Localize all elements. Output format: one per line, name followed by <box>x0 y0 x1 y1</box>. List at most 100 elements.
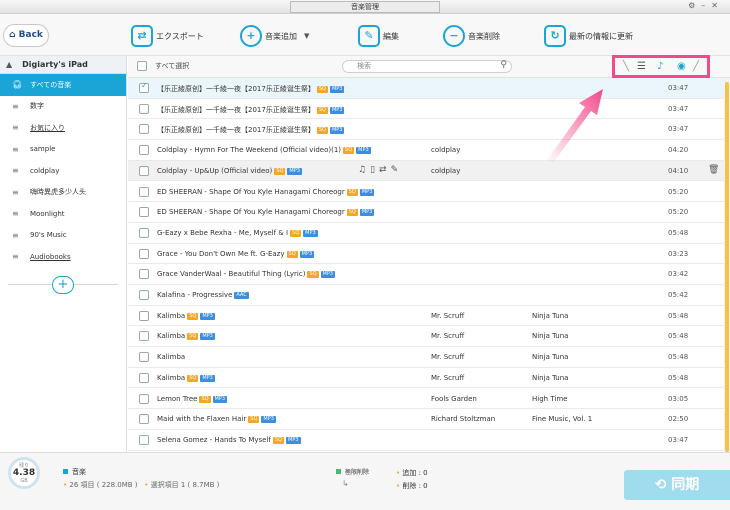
row-checkbox[interactable] <box>139 124 149 135</box>
sidebar-item-playlist[interactable]: ≡ Audiobooks <box>0 246 126 268</box>
sidebar-item-playlist[interactable]: ≡ 90's Music <box>0 225 126 247</box>
duration-cell: 05:20 <box>668 208 689 217</box>
row-checkbox[interactable] <box>139 372 149 383</box>
export-icon[interactable]: ⇄ <box>379 165 391 175</box>
row-checkbox[interactable] <box>139 331 149 342</box>
format-badge: MP3 <box>359 188 375 196</box>
export-button[interactable]: ⇄ エクスポート <box>131 25 204 47</box>
table-row[interactable]: Coldplay - Hymn For The Weekend (Officia… <box>128 140 724 161</box>
format-badge: MP3 <box>329 106 345 114</box>
format-badge: MP3 <box>287 167 302 175</box>
row-checkbox[interactable] <box>139 165 149 176</box>
table-row[interactable]: ED SHEERAN - Shape Of You Kyle Hanagami … <box>128 182 724 203</box>
format-badge: SQ <box>343 147 355 155</box>
table-row[interactable]: G-Eazy x Bebe Rexha - Me, Myself & I SQ MP… <box>128 223 724 244</box>
format-badge: MP3 <box>200 374 215 382</box>
music-rows: 【乐正綾原创】一千綾一夜【2017乐正綾诞生祭】SQMP303:47【乐正綾原创… <box>128 78 724 452</box>
row-checkbox[interactable] <box>139 207 149 218</box>
row-checkbox[interactable] <box>139 352 149 363</box>
trash-icon[interactable]: 🗑︎ <box>708 165 719 175</box>
refresh-button[interactable]: ↻ 最新の情報に更新 <box>544 25 633 47</box>
row-checkbox[interactable] <box>139 393 149 404</box>
sidebar-item-playlist[interactable]: ≡ coldplay <box>0 160 126 182</box>
row-checkbox[interactable] <box>139 434 149 445</box>
row-checkbox[interactable] <box>139 414 149 425</box>
table-row[interactable]: ED SHEERAN - Shape Of You Kyle Hanagami … <box>128 202 724 223</box>
device-header[interactable]: ▲ Digiarty's iPad <box>0 56 126 74</box>
minimize-icon[interactable]: – <box>701 1 711 10</box>
edit-icon[interactable]: ✎ <box>391 165 403 175</box>
row-checkbox[interactable] <box>139 103 149 114</box>
row-checkbox[interactable] <box>139 186 149 197</box>
playlist-icon: ≡ <box>12 230 19 240</box>
sidebar-item-playlist[interactable]: ≡ sample <box>0 139 126 161</box>
table-row[interactable]: Coldplay - Up&Up (Official video) SQ MP3 ♫▯… <box>128 160 724 182</box>
delete-music-button[interactable]: − 音楽削除 <box>443 25 500 47</box>
format-badge: MP3 <box>303 229 318 237</box>
song-title-cell: 【乐正綾原创】一千綾一夜【2017乐正綾诞生祭】 SQ MP3 <box>157 84 427 94</box>
sidebar-item-playlist[interactable]: ≡ お気に入り <box>0 117 126 139</box>
table-row[interactable]: Lemon Tree SQ MP3 Fools Garden High Time 03:0… <box>128 389 724 410</box>
duration-cell: 05:48 <box>668 228 689 237</box>
search-icon[interactable]: ⚲ <box>500 60 507 71</box>
row-checkbox[interactable] <box>139 227 149 238</box>
song-title: Grace VanderWaal - Beautiful Thing (Lyri… <box>157 270 306 279</box>
playlist-icon: ≡ <box>12 209 19 219</box>
scrollbar-thumb[interactable] <box>725 82 729 452</box>
perm-delete-swatch <box>336 469 341 474</box>
song-title-cell: 【乐正綾原创】一千綾一夜【2017乐正綾诞生祭】 SQ MP3 <box>157 125 427 135</box>
row-checkbox[interactable] <box>139 269 149 280</box>
format-badge: SQ <box>272 436 284 444</box>
row-checkbox[interactable] <box>139 81 149 93</box>
duration-cell: 03:47 <box>668 125 689 134</box>
song-title-cell: Kalimba SQ MP3 <box>157 332 427 341</box>
row-checkbox[interactable] <box>139 310 149 321</box>
row-checkbox[interactable] <box>139 248 149 259</box>
duration-cell: 03:05 <box>668 394 689 403</box>
select-all[interactable]: すべて選択 <box>137 61 189 71</box>
sidebar-item-all-music[interactable]: 🎧︎ すべての音楽 <box>0 74 126 96</box>
sidebar-item-playlist[interactable]: ≡ 数字 <box>0 96 126 118</box>
song-title: Kalimba <box>157 353 186 362</box>
table-row[interactable]: Maid with the Flaxen Hair SQ MP3 Richard St… <box>128 409 724 430</box>
song-title-cell: G-Eazy x Bebe Rexha - Me, Myself & I SQ MP… <box>157 229 427 237</box>
chevron-down-icon[interactable]: ▼ <box>304 32 309 40</box>
duration-cell: 05:42 <box>668 291 689 299</box>
table-row[interactable]: 【乐正綾原创】一千綾一夜【2017乐正綾诞生祭】SQMP3 03:47 <box>128 119 724 141</box>
select-all-checkbox[interactable] <box>137 61 147 71</box>
table-row[interactable]: Kalimba Mr. Scruff Ninja Tuna 05:48 <box>128 347 724 368</box>
search-input[interactable]: 検索 ⚲ <box>342 60 512 73</box>
sidebar-item-playlist[interactable]: ≡ Moonlight <box>0 203 126 225</box>
table-row[interactable]: 【乐正綾原创】一千綾一夜【2017乐正綾诞生祭】SQMP3 03:47 <box>128 99 724 120</box>
sidebar-item-playlist[interactable]: ≡ 嗨時異虎多少人头 <box>0 182 126 204</box>
bullet-icon: • <box>63 481 68 489</box>
table-row[interactable]: Selena Gomez - Hands To Myself SQ MP3 03:47 <box>128 430 724 451</box>
device-icon[interactable]: ▯ <box>370 165 379 175</box>
table-row[interactable]: Kalafina - Progressive AAC 05:42 <box>128 285 724 306</box>
table-row[interactable]: Grace - You Don't Own Me ft. G-Eazy SQ MP3… <box>128 244 724 265</box>
song-title: 【乐正綾原创】一千綾一夜【2017乐正綾诞生祭】 <box>157 85 315 93</box>
add-playlist-button[interactable]: + <box>52 276 74 294</box>
album-view-icon[interactable]: ◉ <box>677 61 686 72</box>
table-row[interactable]: Kalimba SQ MP3 Mr. Scruff Ninja Tuna 05:48 <box>128 326 724 348</box>
table-row[interactable]: Grace VanderWaal - Beautiful Thing (Lyri… <box>128 264 724 285</box>
row-checkbox[interactable] <box>139 290 149 300</box>
table-row[interactable]: Kalimba SQ MP3 Mr. Scruff Ninja Tuna 05:48 <box>128 368 724 389</box>
settings-icon[interactable]: ⚙ <box>688 1 701 10</box>
add-music-button[interactable]: + 音楽追加 ▼ <box>240 25 309 47</box>
sync-button[interactable]: ⟲ 同期 <box>624 470 730 500</box>
row-checkbox[interactable] <box>139 145 149 156</box>
format-badge: SQ <box>274 167 286 175</box>
select-all-label: すべて選択 <box>155 62 190 70</box>
list-view-icon[interactable]: ☰ <box>637 61 646 72</box>
duration-cell: 04:20 <box>668 146 689 155</box>
artist-view-icon[interactable]: ♪ <box>657 61 663 72</box>
format-badge: MP3 <box>200 312 215 320</box>
playlist-add-icon[interactable]: ♫ <box>358 165 370 175</box>
close-icon[interactable]: ✕ <box>711 1 724 10</box>
edit-button[interactable]: ✎ 編集 <box>358 25 399 47</box>
back-button[interactable]: ⌂ Back <box>3 24 49 47</box>
table-row[interactable]: Kalimba SQ MP3 Mr. Scruff Ninja Tuna 05:48 <box>128 306 724 327</box>
table-row[interactable]: 【乐正綾原创】一千綾一夜【2017乐正綾诞生祭】SQMP3 03:47 <box>128 78 724 99</box>
title-bar: 音楽管理 ⚙–✕ <box>0 0 730 14</box>
